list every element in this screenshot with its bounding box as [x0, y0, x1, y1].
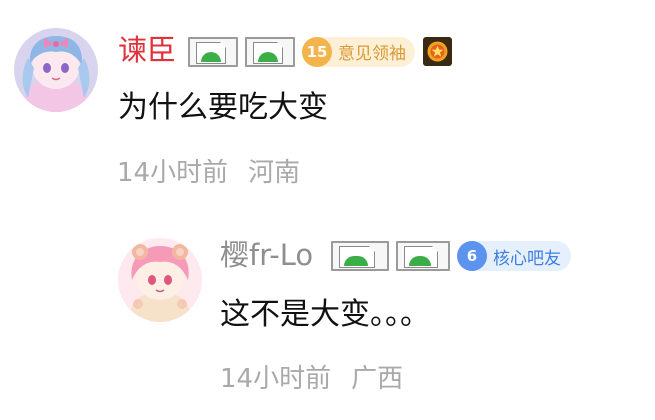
broken-image-icon: [396, 241, 450, 271]
broken-image-icon: [331, 241, 389, 271]
reply-meta: 14小时前 广西: [220, 366, 403, 392]
reply-username[interactable]: 樱fr-Lo: [220, 241, 313, 270]
reply-badges: 6 核心吧友: [331, 241, 571, 271]
comment-avatar[interactable]: [14, 28, 98, 112]
level-title: 意见领袖: [338, 44, 406, 64]
level-badge[interactable]: 6 核心吧友: [457, 241, 571, 271]
reply-location: 广西: [351, 364, 404, 394]
level-number: 15: [302, 36, 332, 67]
level-number: 6: [457, 241, 487, 271]
level-title: 核心吧友: [493, 248, 561, 269]
star-medal-icon[interactable]: [422, 36, 453, 67]
comment-meta: 14小时前 河南: [117, 160, 300, 186]
broken-image-icon: [188, 36, 238, 67]
reply-text: 这不是大变。。。: [220, 297, 430, 332]
comment-username[interactable]: 谏臣: [118, 36, 176, 65]
comment-text: 为什么要吃大变: [118, 90, 328, 125]
comment-time: 14小时前: [117, 158, 229, 188]
level-badge[interactable]: 15 意见领袖: [302, 36, 415, 67]
reply-time: 14小时前: [220, 364, 332, 394]
comment-location: 河南: [248, 158, 301, 188]
broken-image-icon: [245, 36, 295, 67]
comment-badges: 15 意见领袖: [188, 36, 453, 67]
reply-avatar[interactable]: [118, 238, 202, 322]
